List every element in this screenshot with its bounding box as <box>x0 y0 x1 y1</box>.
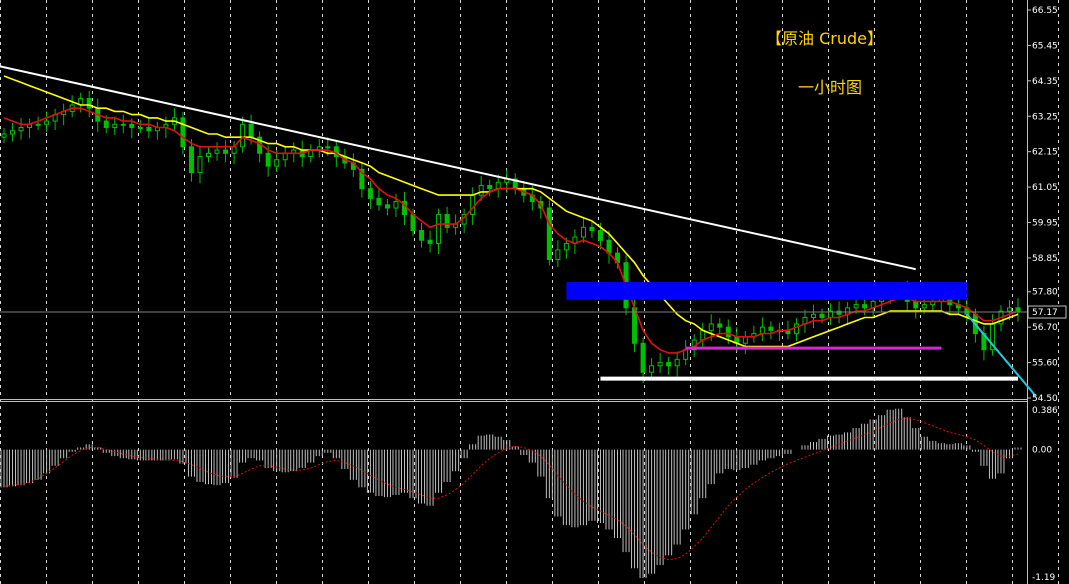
y-tick-label: 56.70 <box>1032 323 1058 333</box>
price-axis: 66.55 65.45 64.35 63.25 62.15 61.05 59.95 58.85… <box>1027 6 1067 583</box>
current-price-label: 57.17 <box>1032 308 1058 318</box>
candle-body <box>393 201 399 209</box>
candle-body <box>470 194 476 215</box>
candle-body <box>759 326 765 335</box>
y-tick-label: 63.25 <box>1032 112 1058 122</box>
moving-averages <box>3 75 1019 354</box>
candle-body <box>44 120 50 125</box>
candle-body <box>444 213 450 228</box>
candle-body <box>265 152 271 167</box>
macd-tick-label: -1.19 <box>1032 573 1056 583</box>
candle-body <box>214 149 220 154</box>
candle-body <box>853 304 859 309</box>
candle-body <box>18 127 24 132</box>
candle-body <box>384 204 390 209</box>
candle-body <box>657 362 663 367</box>
candle-body <box>376 197 382 206</box>
candle-body <box>725 326 731 338</box>
candle-body <box>427 239 433 244</box>
candle-body <box>742 336 748 344</box>
macd-tick-label: 0.00 <box>1032 446 1052 456</box>
candle-body <box>921 304 927 309</box>
y-tick-label: 64.35 <box>1032 77 1058 87</box>
candle-body <box>666 362 672 367</box>
candle-body <box>188 146 194 174</box>
ma-red-line <box>3 107 1019 354</box>
candle-body <box>248 123 254 138</box>
y-tick-label: 57.80 <box>1032 288 1058 298</box>
y-tick-label: 54.50 <box>1032 394 1058 404</box>
candle-body <box>367 188 373 199</box>
y-tick-label: 66.55 <box>1032 6 1058 16</box>
candle-body <box>819 313 825 319</box>
candle-body <box>683 349 689 360</box>
candle-body <box>708 323 714 331</box>
candles <box>1 90 1021 383</box>
candle-body <box>768 326 774 331</box>
candle-body <box>325 146 331 149</box>
candle-body <box>563 242 569 251</box>
trendline <box>0 65 916 271</box>
candle-body <box>197 156 203 174</box>
candle-body <box>240 123 246 148</box>
candle-body <box>674 358 680 367</box>
candle-body <box>231 146 237 154</box>
candle-body <box>597 230 603 241</box>
candle-body <box>555 249 561 261</box>
candle-body <box>640 342 646 373</box>
candle-body <box>146 127 152 132</box>
candle-body <box>1006 307 1012 312</box>
macd-tick-label: 0.386 <box>1032 406 1058 416</box>
candle-body <box>1 133 7 138</box>
candle-body <box>410 213 416 232</box>
resistance-zone <box>566 282 967 300</box>
candle-body <box>436 213 442 244</box>
candle-body <box>862 304 868 309</box>
candle-body <box>478 184 484 196</box>
chart-title: 【原油 Crude】 <box>766 29 883 48</box>
candle-body <box>10 130 16 135</box>
macd-signal-line <box>3 417 1019 561</box>
candle-body <box>112 123 118 129</box>
candle-body <box>137 127 143 130</box>
candle-body <box>649 365 655 373</box>
y-tick-label: 65.45 <box>1032 41 1058 51</box>
candle-body <box>913 300 919 309</box>
candle-body <box>206 152 212 158</box>
chart-canvas: 66.55 65.45 64.35 63.25 62.15 61.05 59.95 58.85… <box>0 0 1067 584</box>
candle-body <box>700 329 706 341</box>
y-tick-label: 58.85 <box>1032 254 1058 264</box>
y-tick-label: 59.95 <box>1032 219 1058 229</box>
candle-body <box>487 184 493 190</box>
annotations <box>0 65 1037 398</box>
candle-body <box>717 323 723 328</box>
candle-body <box>35 123 41 126</box>
candle-body <box>589 226 595 232</box>
candle-body <box>223 149 229 154</box>
candle-body <box>129 123 135 129</box>
candle-body <box>546 207 552 261</box>
candle-body <box>793 323 799 335</box>
candle-body <box>810 313 816 319</box>
y-tick-label: 61.05 <box>1032 183 1058 193</box>
macd-panel <box>0 408 1022 578</box>
candle-body <box>86 98 92 109</box>
candle-body <box>419 230 425 241</box>
candle-body <box>120 123 126 126</box>
candle-body <box>274 159 280 167</box>
y-tick-label: 55.60 <box>1032 359 1058 369</box>
candle-body <box>103 120 109 129</box>
y-tick-label: 62.15 <box>1032 148 1058 158</box>
candle-body <box>1015 307 1021 312</box>
candle-body <box>580 226 586 238</box>
chart-subtitle: 一小时图 <box>798 78 863 97</box>
candle-body <box>180 117 186 148</box>
candle-body <box>495 181 501 190</box>
candle-body <box>282 152 288 161</box>
